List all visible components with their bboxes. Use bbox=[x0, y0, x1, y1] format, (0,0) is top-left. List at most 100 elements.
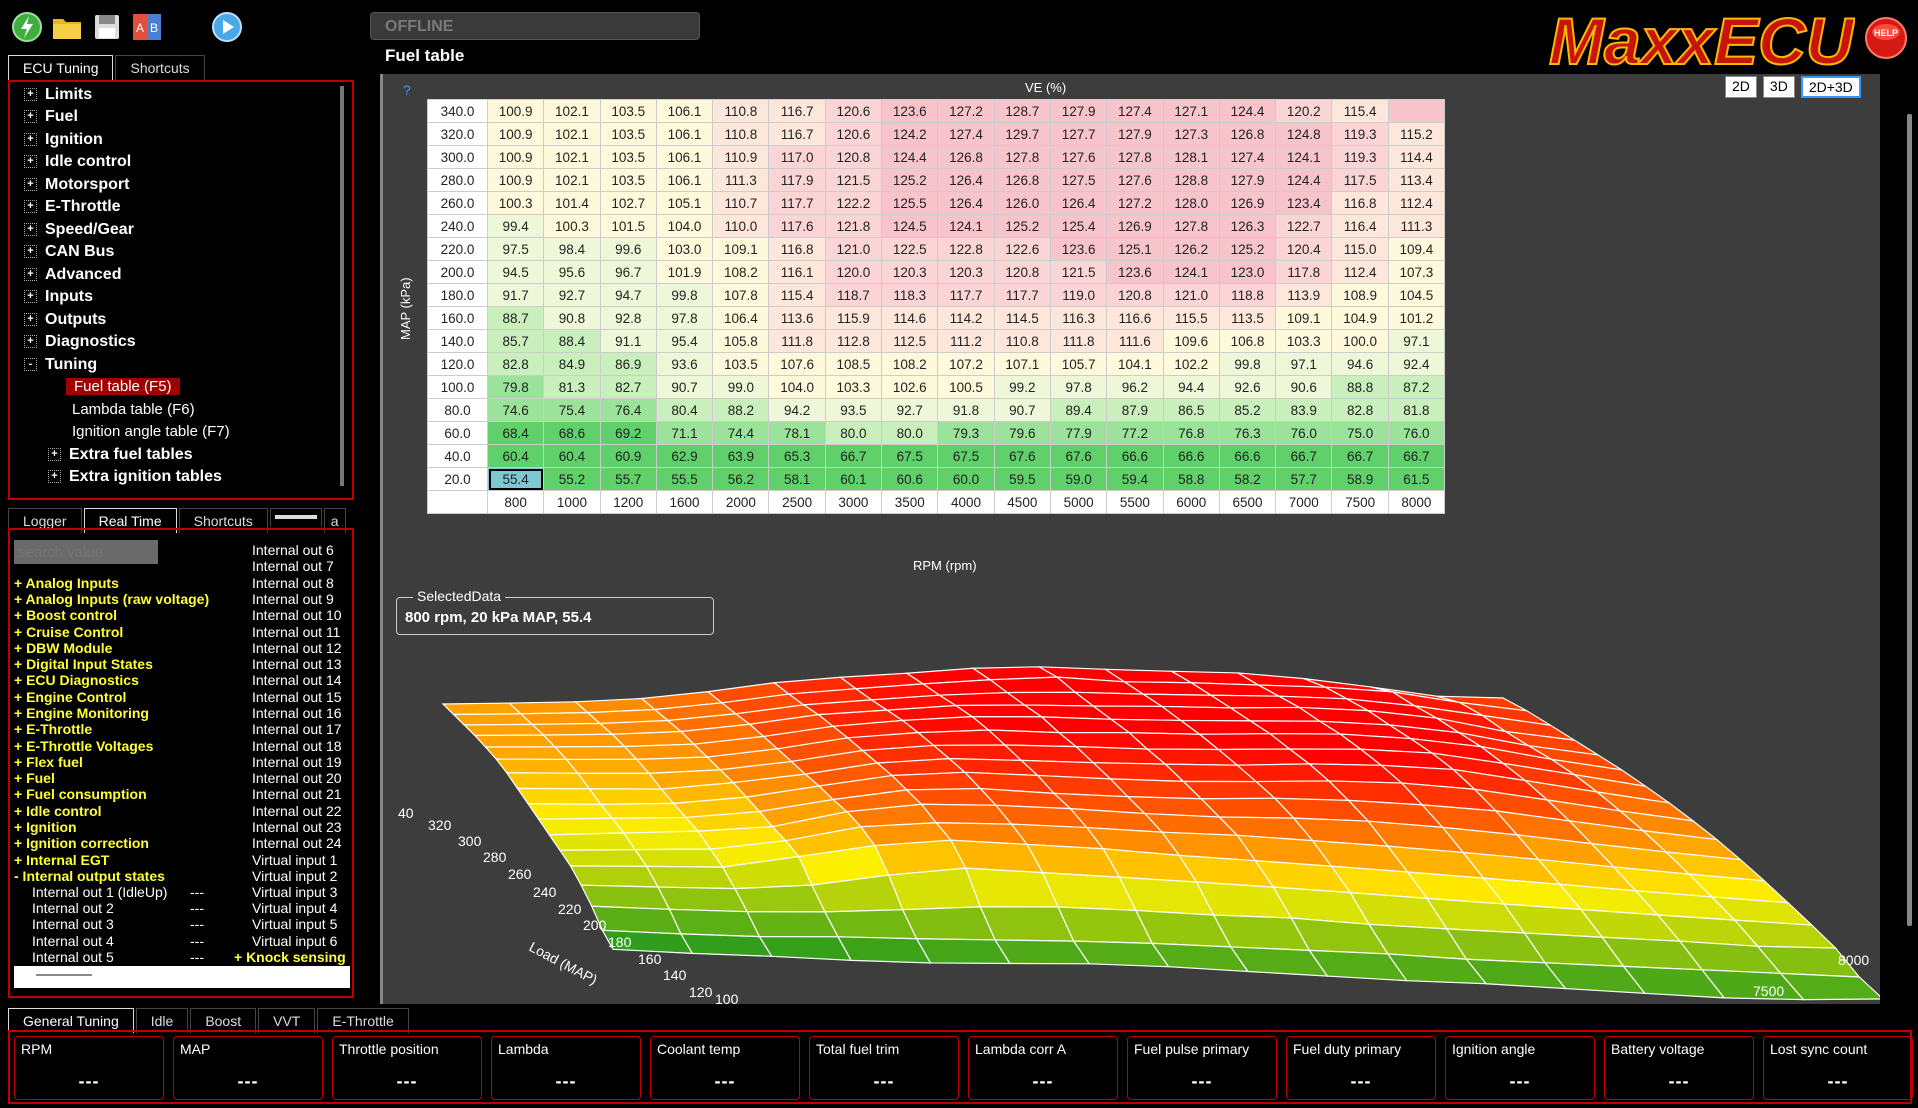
ve-cell[interactable]: 122.6 bbox=[993, 237, 1051, 261]
ve-cell[interactable]: 125.1 bbox=[1106, 237, 1164, 261]
tree-item-speed-gear[interactable]: + Speed/Gear bbox=[24, 221, 134, 239]
ve-cell[interactable]: 100.3 bbox=[543, 214, 601, 238]
ve-cell[interactable]: 109.1 bbox=[712, 237, 770, 261]
ve-cell[interactable]: 55.4 bbox=[486, 467, 545, 491]
ve-cell[interactable]: 91.7 bbox=[486, 283, 545, 307]
ve-cell[interactable]: 112.4 bbox=[1331, 260, 1389, 284]
view-2d-button[interactable]: 2D bbox=[1725, 76, 1757, 98]
rt-list-item[interactable]: Internal out 20 bbox=[252, 770, 342, 786]
ve-cell[interactable]: 125.2 bbox=[993, 214, 1051, 238]
view-2d3d-button[interactable]: 2D+3D bbox=[1800, 76, 1861, 98]
ve-cell[interactable]: 123.4 bbox=[1275, 191, 1333, 215]
ve-cell[interactable]: 56.2 bbox=[712, 467, 770, 491]
ve-cell[interactable]: 121.5 bbox=[1049, 260, 1108, 284]
ve-cell[interactable]: 108.9 bbox=[1331, 283, 1389, 307]
ve-cell[interactable]: 115.9 bbox=[824, 306, 883, 330]
ve-cell[interactable]: 76.4 bbox=[599, 398, 657, 422]
rt-list-item[interactable]: Virtual input 1 bbox=[252, 852, 337, 868]
ve-cell[interactable]: 94.4 bbox=[1162, 375, 1220, 399]
ve-cell[interactable]: 67.6 bbox=[993, 444, 1051, 468]
ve-cell[interactable]: 127.1 bbox=[1162, 99, 1220, 123]
ve-cell[interactable]: 120.2 bbox=[1275, 99, 1333, 123]
ve-cell[interactable]: 90.8 bbox=[543, 306, 601, 330]
ve-cell[interactable]: 99.0 bbox=[712, 375, 770, 399]
ve-cell[interactable]: 83.9 bbox=[1275, 398, 1333, 422]
ve-cell[interactable]: 97.1 bbox=[1387, 329, 1446, 353]
ve-cell[interactable]: 102.1 bbox=[543, 122, 601, 146]
ve-cell[interactable]: 120.0 bbox=[824, 260, 883, 284]
main-vertical-scrollbar[interactable] bbox=[1903, 74, 1918, 1004]
ve-cell[interactable]: 68.6 bbox=[543, 421, 601, 445]
ve-cell[interactable]: 103.5 bbox=[712, 352, 770, 376]
ve-cell[interactable]: 60.9 bbox=[599, 444, 657, 468]
ve-cell[interactable]: 127.2 bbox=[1106, 191, 1164, 215]
ve-cell[interactable]: 116.6 bbox=[1106, 306, 1164, 330]
ve-cell[interactable]: 99.8 bbox=[655, 283, 714, 307]
ve-cell[interactable]: 123.0 bbox=[1218, 260, 1277, 284]
ve-cell[interactable]: 94.6 bbox=[1331, 352, 1389, 376]
ve-cell[interactable]: 111.6 bbox=[1106, 329, 1164, 353]
ve-cell[interactable]: 115.4 bbox=[1331, 99, 1389, 123]
ve-cell[interactable]: 110.9 bbox=[712, 145, 770, 169]
ve-cell[interactable]: 55.7 bbox=[599, 467, 657, 491]
ve-cell[interactable]: 101.9 bbox=[655, 260, 714, 284]
rt-scroll-thumb[interactable] bbox=[36, 974, 92, 976]
expand-icon[interactable]: + bbox=[48, 448, 61, 462]
ve-cell[interactable]: 84.9 bbox=[543, 352, 601, 376]
ve-cell[interactable]: 57.7 bbox=[1275, 467, 1333, 491]
ve-cell[interactable]: 65.3 bbox=[768, 444, 826, 468]
expand-icon[interactable]: + bbox=[24, 133, 37, 147]
ve-cell[interactable]: 122.5 bbox=[881, 237, 939, 261]
ve-cell[interactable]: 71.1 bbox=[655, 421, 714, 445]
rt-category[interactable]: + Flex fuel bbox=[14, 754, 83, 770]
ve-cell[interactable]: 60.6 bbox=[881, 467, 939, 491]
view-3d-button[interactable]: 3D bbox=[1762, 76, 1795, 98]
ve-cell[interactable]: 94.5 bbox=[486, 260, 545, 284]
rt-category-expanded[interactable]: - Internal output states bbox=[14, 868, 165, 884]
ve-cell[interactable]: 74.6 bbox=[486, 398, 545, 422]
tree-item-ignition-angle-table[interactable]: Ignition angle table (F7) bbox=[72, 423, 230, 440]
ve-cell[interactable]: 88.2 bbox=[712, 398, 770, 422]
gauge-lambda[interactable]: Lambda --- bbox=[491, 1036, 641, 1100]
rt-category[interactable]: + Fuel bbox=[14, 770, 55, 786]
ve-cell[interactable]: 114.5 bbox=[993, 306, 1051, 330]
gauge-fuel-pulse-primary[interactable]: Fuel pulse primary --- bbox=[1127, 1036, 1277, 1100]
help-button[interactable]: HELP bbox=[1860, 10, 1912, 62]
expand-icon[interactable]: + bbox=[24, 335, 37, 349]
rt-list-item[interactable]: Internal out 8 bbox=[252, 575, 334, 591]
ve-cell[interactable]: 121.0 bbox=[824, 237, 883, 261]
ve-cell[interactable]: 127.8 bbox=[1106, 145, 1164, 169]
ve-cell[interactable]: 114.2 bbox=[937, 306, 995, 330]
ve-cell[interactable]: 120.8 bbox=[824, 145, 883, 169]
ve-cell[interactable]: 80.4 bbox=[655, 398, 714, 422]
ve-cell[interactable]: 103.5 bbox=[599, 145, 657, 169]
ve-cell[interactable]: 66.6 bbox=[1218, 444, 1277, 468]
ve-cell[interactable]: 67.6 bbox=[1049, 444, 1108, 468]
ve-cell[interactable]: 66.6 bbox=[1106, 444, 1164, 468]
ve-cell[interactable]: 124.4 bbox=[881, 145, 939, 169]
expand-icon[interactable]: + bbox=[24, 110, 37, 124]
rt-category[interactable]: + Engine Control bbox=[14, 689, 126, 705]
ve-cell[interactable]: 76.3 bbox=[1218, 421, 1277, 445]
ve-cell[interactable]: 125.2 bbox=[881, 168, 939, 192]
rt-horizontal-scrollbar[interactable] bbox=[14, 966, 350, 988]
ve-cell[interactable]: 117.7 bbox=[768, 191, 826, 215]
ve-cell[interactable]: 120.3 bbox=[937, 260, 995, 284]
ve-cell[interactable]: 111.3 bbox=[1387, 214, 1446, 238]
ve-cell[interactable]: 127.2 bbox=[937, 99, 995, 123]
ve-cell[interactable]: 101.5 bbox=[599, 214, 657, 238]
ve-cell[interactable]: 106.1 bbox=[655, 122, 714, 146]
ve-cell[interactable]: 66.7 bbox=[1275, 444, 1333, 468]
ve-cell[interactable]: 116.8 bbox=[768, 237, 826, 261]
ve-cell[interactable]: 104.0 bbox=[655, 214, 714, 238]
ve-cell[interactable]: 122.2 bbox=[824, 191, 883, 215]
ve-cell[interactable]: 127.8 bbox=[993, 145, 1051, 169]
compare-icon[interactable]: A B bbox=[130, 10, 164, 44]
tree-item-fuel-table[interactable]: Fuel table (F5) bbox=[66, 378, 180, 395]
ve-cell[interactable]: 118.3 bbox=[881, 283, 939, 307]
ve-cell[interactable]: 110.8 bbox=[993, 329, 1051, 353]
ve-cell[interactable]: 117.9 bbox=[768, 168, 826, 192]
expand-icon[interactable]: + bbox=[24, 245, 37, 259]
ve-cell[interactable]: 93.5 bbox=[824, 398, 883, 422]
ve-cell[interactable]: 76.8 bbox=[1162, 421, 1220, 445]
